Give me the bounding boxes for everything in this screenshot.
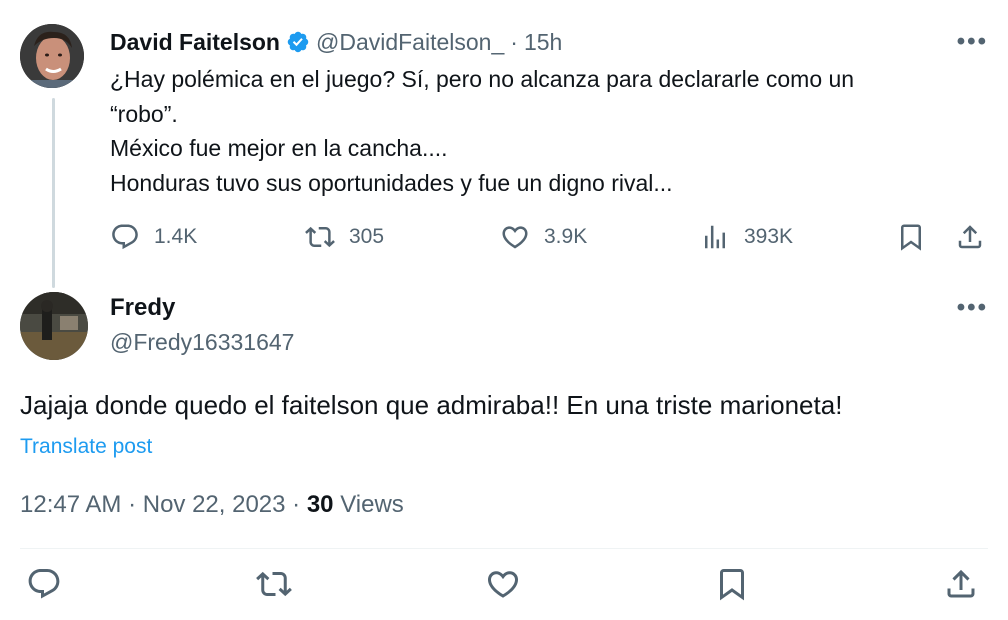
tweet-text-line: ¿Hay polémica en el juego? Sí, pero no a… [110,66,855,92]
views-button[interactable]: 393K [700,222,793,252]
separator-dot: · [510,29,518,55]
reply-tweet-header: Fredy @Fredy16331647 ••• [110,292,988,360]
heart-icon [502,226,528,249]
timestamp[interactable]: 15h [524,26,562,58]
avatar[interactable] [20,292,88,360]
share-button[interactable] [943,566,979,602]
tweet-text-line: Honduras tuvo sus oportunidades y fue un… [110,169,673,196]
tweet-header: David Faitelson @DavidFaitelson_ · 15h [110,26,988,58]
reply-count: 1.4K [154,225,198,248]
repost-icon [256,571,292,597]
reply-icon [28,569,60,599]
timestamp[interactable]: 12:47 AM · Nov 22, 2023 · [20,491,307,518]
reply-button[interactable] [26,566,62,602]
tweet-text-line: México fue mejor en la cancha.... [110,135,448,161]
tweet-text: ¿Hay polémica en el juego? Sí, pero no a… [110,62,970,200]
repost-icon [305,226,335,248]
reply-button[interactable]: 1.4K [110,222,197,252]
views-count: 393K [744,225,794,248]
avatar-image [20,24,84,88]
share-button[interactable] [955,222,985,252]
translate-post-link[interactable]: Translate post [20,432,152,462]
avatar[interactable] [20,24,84,88]
author-handle[interactable]: @Fredy16331647 [110,324,988,360]
analytics-icon [705,225,725,249]
author-handle[interactable]: @DavidFaitelson_ [316,26,504,58]
tweet-actions: 1.4K 305 3.9K 393K [110,222,988,254]
avatar-image [20,292,88,360]
tweet-text-line: “robo”. [110,100,178,127]
reply-tweet-text: Jajaja donde quedo el faitelson que admi… [20,390,843,420]
bookmark-button[interactable] [714,566,750,602]
parent-tweet[interactable]: David Faitelson @DavidFaitelson_ · 15h •… [110,26,988,251]
heart-icon [487,571,519,598]
like-count: 3.9K [544,225,588,248]
reply-icon [112,224,138,250]
more-options-icon[interactable]: ••• [957,26,988,58]
author-name[interactable]: David Faitelson [110,26,280,58]
bookmark-icon [720,569,744,601]
verified-badge-icon [286,30,310,54]
share-icon [958,225,982,249]
views-count: 30 [306,491,334,518]
like-button[interactable]: 3.9K [500,222,587,252]
repost-count: 305 [349,225,385,248]
repost-button[interactable]: 305 [305,222,384,252]
more-options-icon[interactable]: ••• [957,292,988,324]
like-button[interactable] [485,566,521,602]
thread-connector-line [52,98,55,288]
divider [20,548,988,549]
bookmark-button[interactable] [896,222,926,252]
reply-tweet-actions [0,566,1008,616]
share-icon [947,569,975,598]
tweet-metadata: 12:47 AM · Nov 22, 2023 · 30 Views [20,488,404,522]
views-label: Views [333,491,404,518]
bookmark-icon [901,224,921,251]
repost-button[interactable] [256,566,292,602]
author-name[interactable]: Fredy [110,292,988,324]
